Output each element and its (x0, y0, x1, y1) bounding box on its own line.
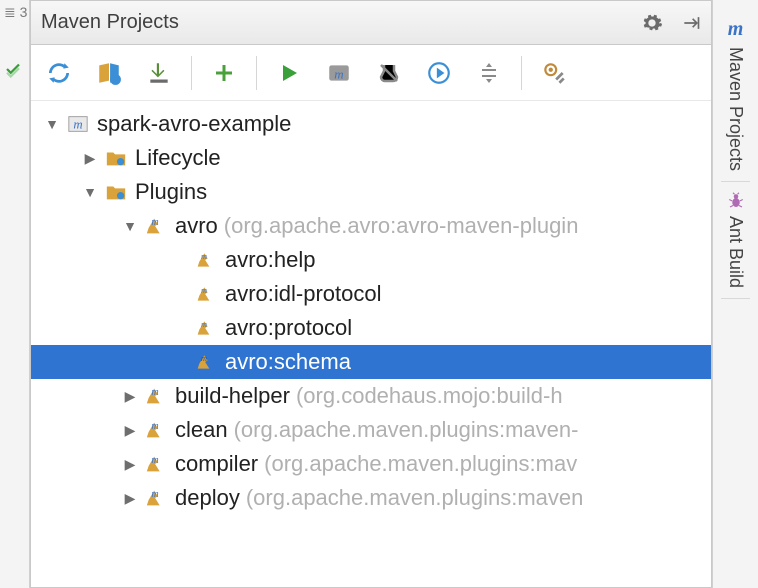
goal-icon: m (193, 349, 219, 375)
tree-label: spark-avro-example (97, 111, 291, 137)
chevron-right-icon[interactable]: ▶ (81, 150, 99, 167)
plugin-icon: m (143, 383, 169, 409)
separator (256, 56, 257, 90)
check-icon (4, 60, 22, 78)
refresh-button[interactable] (39, 53, 79, 93)
chevron-right-icon[interactable]: ▶ (121, 456, 139, 473)
tree-goal[interactable]: m avro:idl-protocol (31, 277, 711, 311)
hide-icon[interactable] (681, 13, 701, 33)
tree-label: compiler (175, 451, 258, 477)
toolbar: m (31, 45, 711, 101)
tree-plugins[interactable]: ▼ Plugins (31, 175, 711, 209)
svg-text:m: m (151, 217, 158, 228)
tree-label: clean (175, 417, 228, 443)
svg-text:m: m (151, 387, 158, 398)
folder-gear-icon (103, 145, 129, 171)
svg-text:m: m (201, 320, 207, 329)
generate-sources-button[interactable] (89, 53, 129, 93)
svg-text:m: m (334, 66, 343, 81)
maven-m-icon: m (728, 18, 744, 41)
tree-label: deploy (175, 485, 240, 511)
tree-goal-selected[interactable]: m avro:schema (31, 345, 711, 379)
tree-label: avro:protocol (225, 315, 352, 341)
tree-label: avro:idl-protocol (225, 281, 382, 307)
run-button[interactable] (269, 53, 309, 93)
plugin-icon: m (143, 213, 169, 239)
gear-icon[interactable] (641, 12, 663, 34)
chevron-down-icon[interactable]: ▼ (81, 184, 99, 200)
tree-label: Plugins (135, 179, 207, 205)
goal-icon: m (193, 247, 219, 273)
goal-icon: m (193, 315, 219, 341)
chevron-right-icon[interactable]: ▶ (121, 388, 139, 405)
download-button[interactable] (139, 53, 179, 93)
separator (191, 56, 192, 90)
tree-suffix: (org.apache.maven.plugins:maven- (234, 417, 579, 443)
dock-tab-ant[interactable]: Ant Build (721, 182, 750, 299)
svg-text:m: m (151, 421, 158, 432)
svg-text:m: m (201, 286, 207, 295)
tree-plugin[interactable]: ▶ m compiler (org.apache.maven.plugins:m… (31, 447, 711, 481)
tree-goal[interactable]: m avro:protocol (31, 311, 711, 345)
plugin-icon: m (143, 417, 169, 443)
tree-label: avro:schema (225, 349, 351, 375)
dock-tab-label: Maven Projects (725, 47, 746, 171)
tree-label: avro (175, 213, 218, 239)
ant-icon (727, 192, 745, 210)
tree-suffix: (org.apache.avro:avro-maven-plugin (224, 213, 579, 239)
tree-project-root[interactable]: ▼ m spark-avro-example (31, 107, 711, 141)
add-button[interactable] (204, 53, 244, 93)
plugin-icon: m (143, 451, 169, 477)
plugin-icon: m (143, 485, 169, 511)
line-marker: ≣ 3 (4, 4, 27, 21)
tree-goal[interactable]: m avro:help (31, 243, 711, 277)
skip-tests-button[interactable] (369, 53, 409, 93)
panel-title-bar: Maven Projects (31, 1, 711, 45)
collapse-button[interactable] (469, 53, 509, 93)
tree-plugin[interactable]: ▶ m clean (org.apache.maven.plugins:mave… (31, 413, 711, 447)
tree-suffix: (org.apache.maven.plugins:maven (246, 485, 584, 511)
svg-text:m: m (201, 252, 207, 261)
folder-gear-icon (103, 179, 129, 205)
run-config-button[interactable]: m (319, 53, 359, 93)
tree-lifecycle[interactable]: ▶ Lifecycle (31, 141, 711, 175)
svg-text:m: m (73, 118, 82, 132)
tree-suffix: (org.apache.maven.plugins:mav (264, 451, 577, 477)
offline-button[interactable] (419, 53, 459, 93)
tree-plugin[interactable]: ▶ m deploy (org.apache.maven.plugins:mav… (31, 481, 711, 515)
settings-button[interactable] (534, 53, 574, 93)
tree-label: build-helper (175, 383, 290, 409)
panel-title: Maven Projects (41, 11, 641, 34)
dock-tab-maven[interactable]: m Maven Projects (721, 8, 750, 182)
svg-text:m: m (151, 455, 158, 466)
tree-label: avro:help (225, 247, 316, 273)
editor-gutter: ≣ 3 (0, 0, 30, 588)
chevron-right-icon[interactable]: ▶ (121, 490, 139, 507)
svg-text:m: m (201, 354, 207, 363)
maven-module-icon: m (65, 111, 91, 137)
svg-text:m: m (151, 489, 158, 500)
chevron-down-icon[interactable]: ▼ (121, 218, 139, 234)
dock-tab-label: Ant Build (725, 216, 746, 288)
tree-plugin-avro[interactable]: ▼ m avro (org.apache.avro:avro-maven-plu… (31, 209, 711, 243)
tree-suffix: (org.codehaus.mojo:build-h (296, 383, 563, 409)
tree-label: Lifecycle (135, 145, 221, 171)
goal-icon: m (193, 281, 219, 307)
right-dock: m Maven Projects Ant Build (712, 0, 758, 588)
separator (521, 56, 522, 90)
maven-projects-panel: Maven Projects m (30, 0, 712, 588)
chevron-right-icon[interactable]: ▶ (121, 422, 139, 439)
chevron-down-icon[interactable]: ▼ (43, 116, 61, 132)
project-tree[interactable]: ▼ m spark-avro-example ▶ Lifecycle ▼ Plu… (31, 101, 711, 515)
tree-plugin[interactable]: ▶ m build-helper (org.codehaus.mojo:buil… (31, 379, 711, 413)
